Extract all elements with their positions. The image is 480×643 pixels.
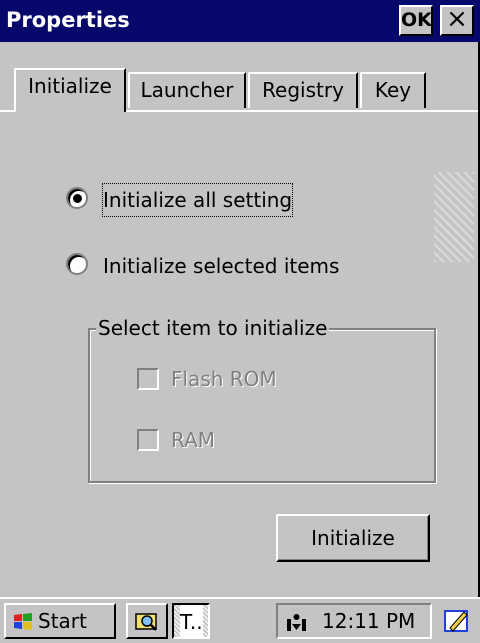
- checkbox-label-flash-rom: Flash ROM: [171, 367, 277, 391]
- radio-selected-icon: [66, 187, 88, 209]
- windows-logo-icon: [14, 613, 32, 630]
- checkbox-label-ram: RAM: [171, 428, 216, 452]
- task-label: T..: [180, 605, 203, 639]
- tab-label: Registry: [262, 78, 344, 102]
- texture-decoration: [434, 172, 474, 262]
- checkbox-icon: [137, 429, 159, 451]
- radio-empty-icon: [66, 253, 88, 275]
- start-button[interactable]: Start: [4, 603, 116, 639]
- input-panel-button[interactable]: [438, 603, 478, 639]
- tab-key[interactable]: Key: [360, 72, 426, 108]
- tab-label: Initialize: [28, 74, 112, 98]
- system-tray: 12:11 PM: [276, 603, 432, 639]
- window-title: Properties: [6, 8, 130, 32]
- start-label: Start: [38, 609, 87, 633]
- pocketpc-screen: Properties OK × Initialize Launcher Regi…: [0, 0, 480, 643]
- taskbar: Start T.. 12:11 PM: [0, 597, 480, 643]
- tab-launcher[interactable]: Launcher: [128, 72, 246, 108]
- ok-button[interactable]: OK: [399, 5, 433, 36]
- radio-label-all: Initialize all setting: [101, 183, 294, 217]
- initialize-button[interactable]: Initialize: [276, 514, 430, 562]
- tab-initialize[interactable]: Initialize: [14, 68, 126, 112]
- active-task-button[interactable]: T..: [172, 603, 210, 639]
- title-bar: Properties OK ×: [0, 0, 480, 42]
- close-button[interactable]: ×: [440, 5, 474, 36]
- explorer-button[interactable]: [126, 603, 168, 639]
- select-items-groupbox: [88, 328, 436, 483]
- radio-dot: [73, 194, 82, 203]
- tab-panel-initialize: Initialize all setting Initialize select…: [0, 112, 478, 597]
- tab-label: Launcher: [140, 78, 234, 102]
- checkbox-icon: [137, 368, 159, 390]
- connectivity-icon[interactable]: [286, 612, 308, 632]
- tab-registry[interactable]: Registry: [248, 72, 358, 108]
- radio-label-selected: Initialize selected items: [103, 254, 340, 278]
- tab-label: Key: [374, 78, 412, 102]
- dialog-body: Initialize Launcher Registry Key Initial…: [0, 42, 480, 597]
- clock[interactable]: 12:11 PM: [322, 604, 415, 638]
- pen-icon: [444, 610, 468, 632]
- groupbox-title: Select item to initialize: [96, 315, 330, 341]
- explorer-icon: [135, 613, 157, 631]
